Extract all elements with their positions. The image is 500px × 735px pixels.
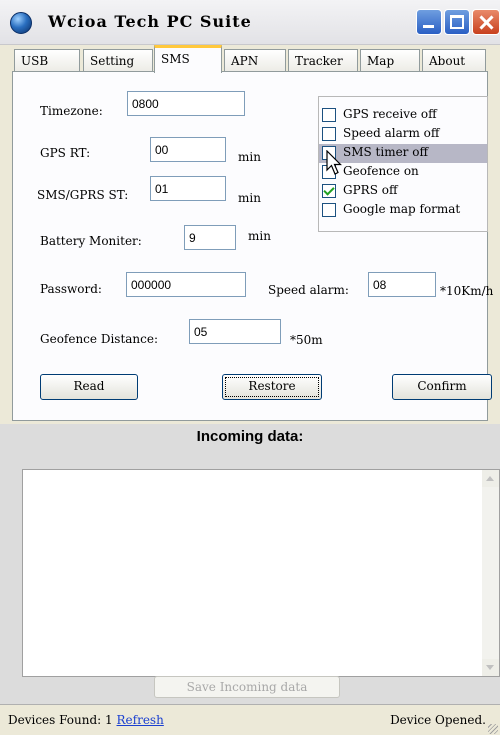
status-bar: Devices Found: 1 Refresh Device Opened. [0, 704, 500, 735]
option-speed-alarm-off[interactable]: Speed alarm off [319, 125, 487, 144]
gps-rt-unit: min [238, 150, 261, 164]
scroll-up-arrow-icon[interactable] [482, 470, 499, 487]
battery-monitor-label: Battery Moniter: [40, 234, 142, 248]
checkbox[interactable] [322, 127, 336, 141]
app-window: Wcioa Tech PC Suite USB Setting SMS APN … [0, 0, 500, 735]
tab-tracker[interactable]: Tracker [288, 49, 358, 72]
geofence-distance-label: Geofence Distance: [40, 332, 159, 346]
scroll-down-arrow-icon[interactable] [482, 659, 499, 676]
battery-monitor-unit: min [248, 229, 271, 243]
checkbox-checked[interactable] [322, 184, 336, 198]
option-gps-receive-off[interactable]: GPS receive off [319, 106, 487, 125]
tab-strip: USB Setting SMS APN Tracker Map About [0, 44, 500, 74]
device-status-text: Device Opened. [390, 713, 486, 727]
devices-found-text: Devices Found: 1 [8, 713, 113, 727]
battery-monitor-input[interactable] [184, 225, 236, 250]
geofence-distance-input[interactable] [189, 319, 281, 344]
incoming-data-title: Incoming data: [196, 428, 304, 445]
incoming-scrollbar[interactable] [482, 470, 499, 676]
option-gprs-off[interactable]: GPRS off [319, 182, 487, 201]
speed-alarm-label: Speed alarm: [268, 283, 349, 297]
sms-gprs-st-input[interactable] [150, 176, 226, 201]
speed-alarm-input[interactable] [368, 272, 436, 297]
resize-grip-icon[interactable] [488, 724, 498, 734]
restore-button[interactable]: Restore [222, 374, 322, 400]
timezone-input[interactable] [127, 91, 245, 116]
sms-gprs-st-label: SMS/GPRS ST: [37, 188, 129, 202]
sms-gprs-st-unit: min [238, 191, 261, 205]
password-label: Password: [40, 282, 102, 296]
maximize-button[interactable] [444, 9, 470, 35]
close-button[interactable] [472, 9, 500, 35]
tab-map[interactable]: Map [360, 49, 420, 72]
refresh-link[interactable]: Refresh [117, 713, 164, 727]
speed-alarm-unit: *10Km/h [440, 284, 494, 298]
tab-usb[interactable]: USB [14, 49, 80, 72]
app-globe-icon [10, 12, 32, 34]
window-title: Wcioa Tech PC Suite [48, 12, 252, 31]
tab-sms[interactable]: SMS [154, 45, 222, 73]
save-incoming-data-button[interactable]: Save Incoming data [154, 676, 340, 698]
tab-about[interactable]: About [422, 49, 486, 72]
gps-rt-label: GPS RT: [40, 146, 91, 160]
tab-setting[interactable]: Setting [83, 49, 153, 72]
option-sms-timer-off[interactable]: SMS timer off [319, 144, 487, 163]
confirm-button[interactable]: Confirm [392, 374, 492, 400]
incoming-data-textarea[interactable] [22, 469, 500, 677]
timezone-label: Timezone: [40, 104, 103, 118]
option-geofence-on[interactable]: Geofence on [319, 163, 487, 182]
title-bar[interactable]: Wcioa Tech PC Suite [0, 0, 500, 45]
geofence-distance-unit: *50m [290, 333, 323, 347]
minimize-button[interactable] [416, 9, 442, 35]
mouse-cursor-icon [326, 150, 342, 175]
option-google-map-format[interactable]: Google map format [319, 201, 487, 220]
gps-rt-input[interactable] [150, 137, 226, 162]
read-button[interactable]: Read [40, 374, 138, 400]
password-input[interactable] [126, 272, 246, 297]
checkbox[interactable] [322, 108, 336, 122]
incoming-data-section: Incoming data: Save Incoming data [0, 424, 500, 704]
checkbox[interactable] [322, 203, 336, 217]
tab-apn[interactable]: APN [224, 49, 286, 72]
